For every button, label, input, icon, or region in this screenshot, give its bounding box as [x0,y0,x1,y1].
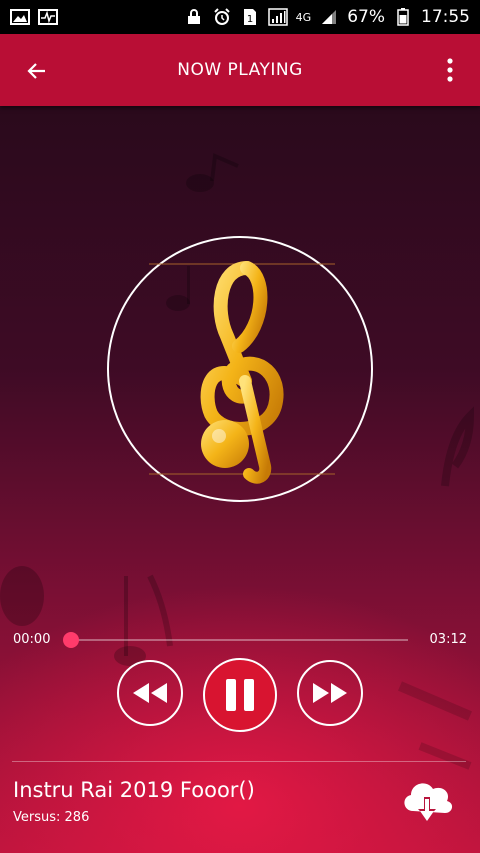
divider [12,761,466,762]
status-bar: 1 4G 67% 17:55 [0,0,480,34]
total-duration: 03:12 [429,632,467,647]
lock-icon [184,9,204,25]
download-button[interactable] [398,774,456,826]
activity-icon [38,9,58,25]
treble-clef-icon [149,261,335,484]
cloud-download-icon [404,783,453,821]
player-screen: 00:00 03:12 Instru Rai 2019 Fooor() Vers… [0,106,480,853]
page-title: NOW PLAYING [177,60,303,80]
status-bar-right: 1 4G 67% 17:55 [184,7,470,27]
sim-icon: 1 [240,9,260,25]
overflow-menu-button[interactable] [438,54,462,86]
track-subtitle: Versus: 286 [13,810,90,825]
rewind-button[interactable] [117,660,183,726]
seek-thumb[interactable] [63,632,79,648]
battery-percent: 67% [347,7,385,27]
pause-icon [226,679,254,711]
rewind-icon [133,683,167,703]
svg-text:1: 1 [246,14,252,25]
battery-icon [393,8,413,26]
alarm-icon [212,8,232,25]
arrow-left-icon [27,63,45,79]
image-icon [10,9,30,25]
app-bar: NOW PLAYING [0,34,480,106]
back-button[interactable] [22,56,52,86]
status-bar-left [10,9,58,25]
fast-forward-button[interactable] [297,660,363,726]
signal-icon [267,8,288,26]
seek-bar[interactable] [70,639,408,641]
fast-forward-icon [313,683,347,703]
clock: 17:55 [421,7,470,27]
pause-button[interactable] [203,658,277,732]
network-type: 4G [295,10,312,24]
more-vert-icon [447,58,453,82]
track-title: Instru Rai 2019 Fooor() [13,778,255,802]
elapsed-time: 00:00 [13,632,51,647]
cell-signal-icon [319,9,339,25]
